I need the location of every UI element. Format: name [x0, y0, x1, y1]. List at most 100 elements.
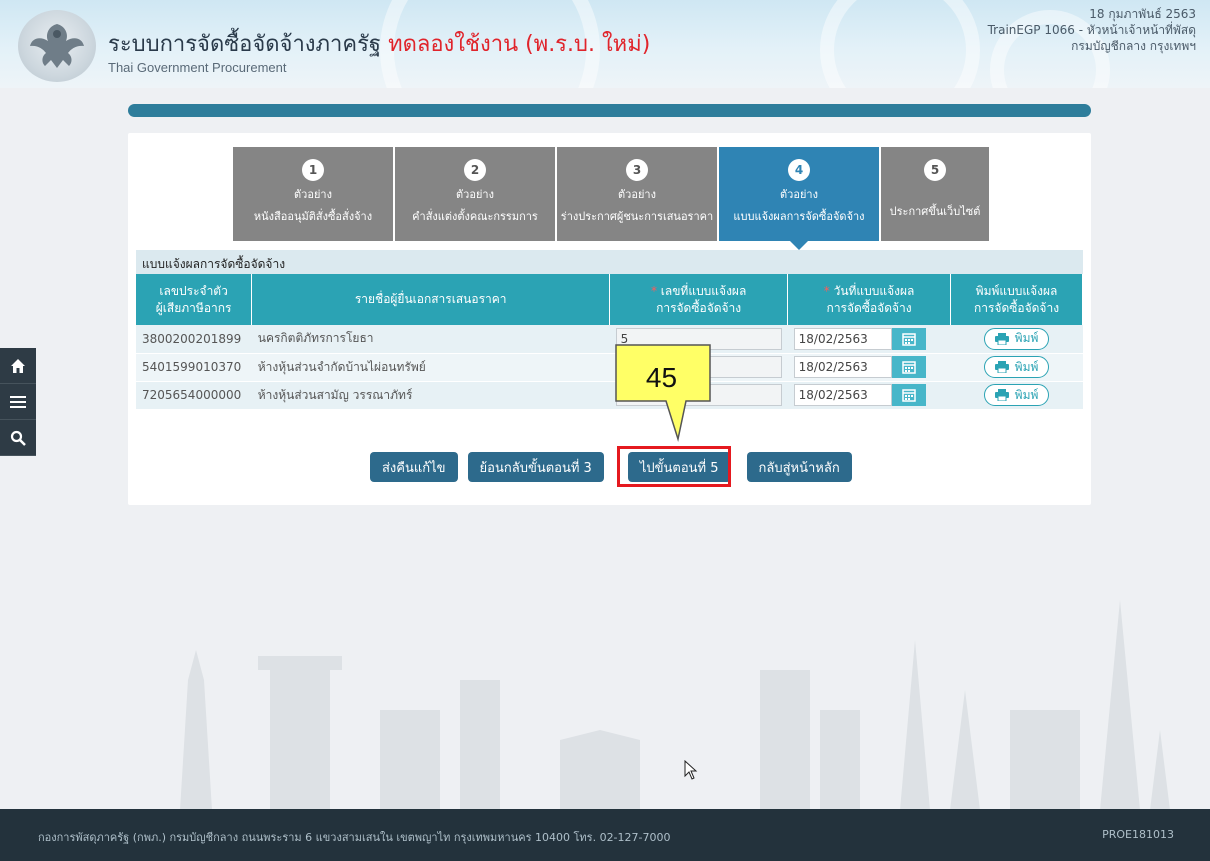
step-2[interactable]: 2 ตัวอย่าง คำสั่งแต่งตั้งคณะกรรมการ [395, 147, 555, 241]
calendar-icon [901, 361, 916, 374]
step-label-line1: ตัวอย่าง [780, 188, 818, 201]
header-text: การจัดซื้อจัดจ้าง [826, 300, 912, 315]
print-button[interactable]: พิมพ์ [983, 384, 1050, 406]
site-subtitle: Thai Government Procurement [108, 60, 287, 75]
site-header: ระบบการจัดซื้อจัดจ้างภาครัฐ ทดลองใช้งาน … [0, 0, 1210, 88]
search-icon [10, 430, 26, 446]
table-row: 5401599010370 ห้างหุ้นส่วนจำกัดบ้านไผ่อน… [136, 353, 1083, 382]
section-title: แบบแจ้งผลการจัดซื้อจัดจ้าง [136, 250, 1083, 274]
tax-id-cell: 3800200201899 [136, 325, 252, 354]
return-edit-button[interactable]: ส่งคืนแก้ไข [370, 452, 458, 482]
page-code: PROE181013 [1102, 828, 1174, 841]
print-label: พิมพ์ [1014, 387, 1039, 402]
tax-id-cell: 5401599010370 [136, 353, 252, 382]
step-number: 3 [626, 159, 648, 181]
back-step3-button[interactable]: ย้อนกลับขั้นตอนที่ 3 [467, 452, 604, 482]
highlight-frame [617, 446, 731, 487]
step-label-line2: แบบแจ้งผลการจัดซื้อจัดจ้าง [733, 210, 865, 223]
step-number: 2 [464, 159, 486, 181]
home-icon [11, 358, 25, 373]
step-label-line2: หนังสืออนุมัติสั่งซื้อสั่งจ้าง [253, 210, 373, 223]
header-text: เลขที่แบบแจ้งผล [660, 283, 747, 298]
col-print: พิมพ์แบบแจ้งผล การจัดซื้อจัดจ้าง [950, 274, 1083, 325]
date-cell [787, 325, 951, 354]
action-bar: ส่งคืนแก้ไข ย้อนกลับขั้นตอนที่ 3 ไปขั้นต… [370, 452, 852, 482]
step-3[interactable]: 3 ตัวอย่าง ร่างประกาศผู้ชนะการเสนอราคา [557, 147, 717, 241]
date-input[interactable] [793, 384, 892, 406]
home-button[interactable]: กลับสู่หน้าหลัก [746, 452, 852, 482]
calendar-button[interactable] [891, 327, 926, 350]
step-5[interactable]: 5 ประกาศขึ้นเว็บไซต์ [881, 147, 989, 241]
top-accent-bar [128, 104, 1091, 117]
callout-number: 45 [645, 362, 678, 393]
step-4[interactable]: 4 ตัวอย่าง แบบแจ้งผลการจัดซื้อจัดจ้าง [719, 147, 879, 250]
header-text: ผู้เสียภาษีอากร [155, 300, 232, 315]
date-cell [787, 353, 951, 382]
garuda-logo [18, 10, 96, 82]
home-nav-button[interactable] [0, 348, 36, 384]
bidder-cell: นครกิตติภัทรการโยธา [251, 325, 610, 354]
step-wizard: 1 ตัวอย่าง หนังสืออนุมัติสั่งซื้อสั่งจ้า… [233, 147, 991, 250]
results-table: เลขประจำตัว ผู้เสียภาษีอากร รายชื่อผู้ยื… [136, 274, 1083, 410]
user-info: 18 กุมภาพันธ์ 2563 TrainEGP 1066 - หัวหน… [988, 6, 1196, 54]
site-title-text: ระบบการจัดซื้อจัดจ้างภาครัฐ [108, 32, 382, 57]
menu-nav-button[interactable] [0, 384, 36, 420]
step-number: 1 [302, 159, 324, 181]
print-label: พิมพ์ [1014, 331, 1039, 346]
date-cell [787, 381, 951, 410]
date-input[interactable] [793, 327, 892, 350]
user-department: กรมบัญชีกลาง กรุงเทพฯ [1071, 39, 1196, 53]
step-number: 4 [788, 159, 810, 181]
step-1[interactable]: 1 ตัวอย่าง หนังสืออนุมัติสั่งซื้อสั่งจ้า… [233, 147, 393, 241]
footer-address: กองการพัสดุภาครัฐ (กพภ.) กรมบัญชีกลาง ถน… [38, 831, 671, 844]
col-tax-id: เลขประจำตัว ผู้เสียภาษีอากร [136, 274, 253, 325]
table-header-row: เลขประจำตัว ผู้เสียภาษีอากร รายชื่อผู้ยื… [136, 274, 1083, 325]
print-cell: พิมพ์ [950, 381, 1083, 410]
search-nav-button[interactable] [0, 420, 36, 456]
print-cell: พิมพ์ [950, 325, 1083, 354]
site-title: ระบบการจัดซื้อจัดจ้างภาครัฐ ทดลองใช้งาน … [108, 26, 650, 61]
calendar-icon [901, 389, 916, 402]
col-date: * วันที่แบบแจ้งผล การจัดซื้อจัดจ้าง [787, 274, 952, 325]
side-nav [0, 348, 36, 456]
bidder-cell: ห้างหุ้นส่วนสามัญ วรรณาภัทร์ [251, 381, 610, 410]
required-mark: * [823, 283, 830, 298]
required-mark: * [650, 283, 657, 298]
user-name: TrainEGP 1066 - หัวหน้าเจ้าหน้าที่พัสดุ [987, 23, 1196, 37]
menu-icon [10, 395, 26, 408]
printer-icon [994, 389, 1009, 401]
table-row: 3800200201899 นครกิตติภัทรการโยธา พิมพ์ [136, 325, 1083, 354]
header-text: วันที่แบบแจ้งผล [833, 283, 915, 298]
print-button[interactable]: พิมพ์ [983, 356, 1050, 378]
step-number: 5 [924, 159, 946, 181]
printer-icon [994, 361, 1009, 373]
calendar-button[interactable] [891, 384, 926, 406]
table-row: 7205654000000 ห้างหุ้นส่วนสามัญ วรรณาภัท… [136, 381, 1083, 410]
tax-id-cell: 7205654000000 [136, 381, 252, 410]
col-doc-no: * เลขที่แบบแจ้งผล การจัดซื้อจัดจ้าง [609, 274, 789, 325]
header-text: พิมพ์แบบแจ้งผล [975, 283, 1058, 298]
step-label-line2: คำสั่งแต่งตั้งคณะกรรมการ [412, 210, 538, 223]
header-text: การจัดซื้อจัดจ้าง [656, 300, 742, 315]
calendar-button[interactable] [891, 356, 926, 378]
step-label-line2: ประกาศขึ้นเว็บไซต์ [889, 205, 981, 218]
trial-label: ทดลองใช้งาน (พ.ร.บ. ใหม่) [388, 32, 651, 57]
printer-icon [994, 332, 1009, 345]
step-label-line2: ร่างประกาศผู้ชนะการเสนอราคา [560, 210, 714, 223]
step-label-line1: ตัวอย่าง [618, 188, 656, 201]
bidder-cell: ห้างหุ้นส่วนจำกัดบ้านไผ่อนทรัพย์ [251, 353, 610, 382]
print-label: พิมพ์ [1014, 359, 1039, 374]
col-bidder: รายชื่อผู้ยื่นเอกสารเสนอราคา [251, 274, 611, 325]
step-label-line1 [881, 185, 989, 198]
city-silhouette [180, 600, 1170, 810]
date-input[interactable] [793, 356, 892, 378]
header-text: เลขประจำตัว [159, 283, 228, 298]
step-label-line1: ตัวอย่าง [456, 188, 494, 201]
mouse-cursor-icon [684, 760, 698, 780]
step-label-line1: ตัวอย่าง [294, 188, 332, 201]
print-button[interactable]: พิมพ์ [983, 327, 1050, 350]
print-cell: พิมพ์ [950, 353, 1083, 382]
header-text: การจัดซื้อจัดจ้าง [973, 300, 1060, 315]
header-text: รายชื่อผู้ยื่นเอกสารเสนอราคา [354, 292, 507, 306]
current-date: 18 กุมภาพันธ์ 2563 [1089, 7, 1196, 21]
